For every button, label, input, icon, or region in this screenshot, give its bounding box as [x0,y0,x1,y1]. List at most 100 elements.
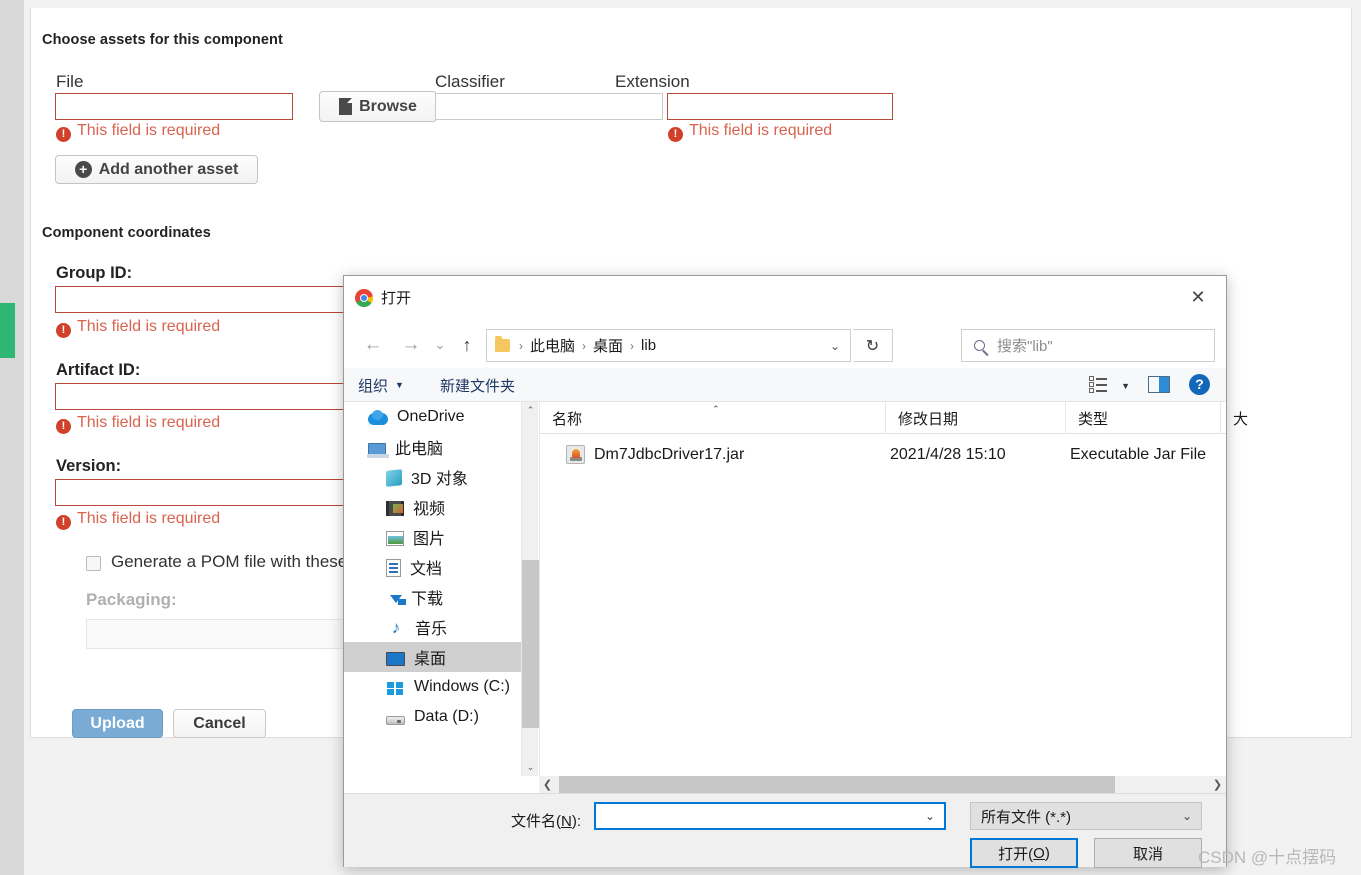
sidebar-item-desktop[interactable]: 桌面 [344,642,521,672]
artifact-id-label: Artifact ID: [56,361,141,379]
version-error-text: This field is required [77,510,221,527]
extension-input[interactable] [667,93,893,120]
sidebar-item-pictures[interactable]: 图片 [344,522,521,552]
sidebar-item-this-pc[interactable]: 此电脑 [344,432,521,462]
this-pc-icon [367,442,389,458]
breadcrumb-this-pc[interactable]: 此电脑 [527,335,578,356]
file-column-label: File [56,72,84,91]
file-name-cell: Dm7JdbcDriver17.jar [594,446,745,463]
view-mode-chevron-icon[interactable]: ▼ [1121,381,1130,391]
sidebar-item-videos[interactable]: 视频 [344,492,521,522]
search-box[interactable]: 搜索"lib" [961,329,1215,362]
jar-file-icon [566,445,585,464]
chrome-logo-icon [355,289,373,307]
filename-input[interactable]: ⌄ [594,802,946,830]
breadcrumb-lib[interactable]: lib [638,337,659,354]
sidebar-item-music[interactable]: ♪ 音乐 [344,612,521,642]
file-list-horizontal-scrollbar[interactable]: ❮ ❯ [539,776,1226,793]
sidebar-item-label: 下载 [411,591,444,608]
folder-icon [495,336,510,352]
refresh-icon[interactable]: ↻ [853,329,893,362]
close-icon[interactable]: ✕ [1176,282,1220,312]
classifier-input[interactable] [435,93,663,120]
file-list-pane: 名称 修改日期 类型 大 ⌃ Dm7JdbcDriver17.jar 2021/… [539,402,1248,776]
file-input[interactable] [55,93,293,120]
table-row[interactable]: Dm7JdbcDriver17.jar 2021/4/28 15:10 Exec… [540,440,1226,470]
file-type-filter-select[interactable]: 所有文件 (*.*) ⌄ [970,802,1202,830]
filename-label-prefix: 文件名( [511,813,561,830]
view-mode-icon[interactable] [1089,376,1108,393]
add-another-asset-button[interactable]: + Add another asset [55,155,258,184]
error-icon: ! [56,323,71,338]
dialog-cancel-button[interactable]: 取消 [1094,838,1202,868]
open-label-suffix: ) [1044,844,1050,862]
new-folder-button[interactable]: 新建文件夹 [440,368,515,402]
desktop-icon [386,651,405,666]
column-header-modified[interactable]: 修改日期 [885,402,1065,434]
scroll-right-icon[interactable]: ❯ [1209,776,1226,793]
chevron-down-icon[interactable]: ⌄ [925,809,944,823]
dialog-body: OneDrive 此电脑 3D 对象 视频 图片 文档 下载 ♪ 音乐 桌面 W… [344,402,1248,776]
search-icon [974,340,985,351]
up-arrow-icon[interactable]: ↑ [454,329,480,361]
dialog-titlebar: 打开 ✕ [344,276,1226,320]
sidebar-item-onedrive[interactable]: OneDrive [344,402,521,432]
side-feedback-tab[interactable] [0,303,15,358]
sidebar-item-label: 文档 [410,561,443,578]
sidebar-item-3d-objects[interactable]: 3D 对象 [344,462,521,492]
generate-pom-checkbox[interactable] [86,556,101,571]
chevron-down-icon: ▼ [395,380,404,390]
cancel-button[interactable]: Cancel [173,709,266,738]
documents-icon [386,558,401,577]
scroll-left-icon[interactable]: ❮ [539,776,556,793]
scrollbar-thumb[interactable] [522,560,539,728]
sidebar-item-documents[interactable]: 文档 [344,552,521,582]
address-bar[interactable]: › 此电脑 › 桌面 › lib ⌄ [486,329,851,362]
preview-pane-icon[interactable] [1148,376,1170,393]
sidebar-item-downloads[interactable]: 下载 [344,582,521,612]
dialog-navbar: ← → ⌄ ↑ › 此电脑 › 桌面 › lib ⌄ ↻ 搜索"lib" [344,320,1226,368]
packaging-label: Packaging: [86,590,177,609]
open-button[interactable]: 打开(O) [970,838,1078,868]
scroll-up-icon[interactable]: ⌃ [522,402,539,419]
upload-button[interactable]: Upload [72,709,163,738]
back-arrow-icon[interactable]: ← [358,329,388,361]
file-error-text: This field is required [77,122,221,139]
navigation-pane: OneDrive 此电脑 3D 对象 视频 图片 文档 下载 ♪ 音乐 桌面 W… [344,402,521,776]
sidebar-item-label: 视频 [413,501,446,518]
classifier-column-label: Classifier [435,72,505,91]
error-icon: ! [56,515,71,530]
watermark: CSDN @十点摆码 [1198,848,1337,867]
scroll-down-icon[interactable]: ⌄ [522,759,539,776]
address-dropdown-chevron-icon[interactable]: ⌄ [830,339,846,353]
version-label: Version: [56,457,122,475]
left-gutter [0,0,24,875]
column-header-type[interactable]: 类型 [1065,402,1220,434]
forward-arrow-icon[interactable]: → [396,329,426,361]
artifact-id-error: ! This field is required [56,414,220,434]
group-id-error-text: This field is required [77,318,221,335]
browse-button[interactable]: Browse [319,91,437,122]
breadcrumb-separator: › [519,338,523,353]
sidebar-item-data-d[interactable]: Data (D:) [344,702,521,732]
sort-ascending-icon: ⌃ [712,404,720,414]
plus-icon: + [74,161,92,178]
organize-menu[interactable]: 组织 ▼ [358,368,404,402]
scrollbar-thumb[interactable] [559,776,1115,793]
recent-locations-chevron-icon[interactable]: ⌄ [428,329,452,361]
filename-label-suffix: ): [571,813,582,830]
open-accesskey: O [1033,844,1045,862]
column-header-size[interactable]: 大 [1220,402,1260,434]
column-headers: 名称 修改日期 类型 大 ⌃ [540,402,1248,434]
version-error: ! This field is required [56,510,220,530]
navigation-pane-scrollbar[interactable]: ⌃ ⌄ [521,402,539,776]
group-id-label: Group ID: [56,264,133,282]
help-icon[interactable]: ? [1189,374,1210,395]
sidebar-item-label: Data (D:) [414,708,479,725]
extension-error: ! This field is required [668,122,832,142]
file-type-cell: Executable Jar File [1070,446,1207,463]
breadcrumb-desktop[interactable]: 桌面 [590,335,626,356]
dialog-command-bar: 组织 ▼ 新建文件夹 ▼ ? [344,368,1226,402]
sidebar-item-windows-c[interactable]: Windows (C:) [344,672,521,702]
organize-label: 组织 [358,377,389,395]
